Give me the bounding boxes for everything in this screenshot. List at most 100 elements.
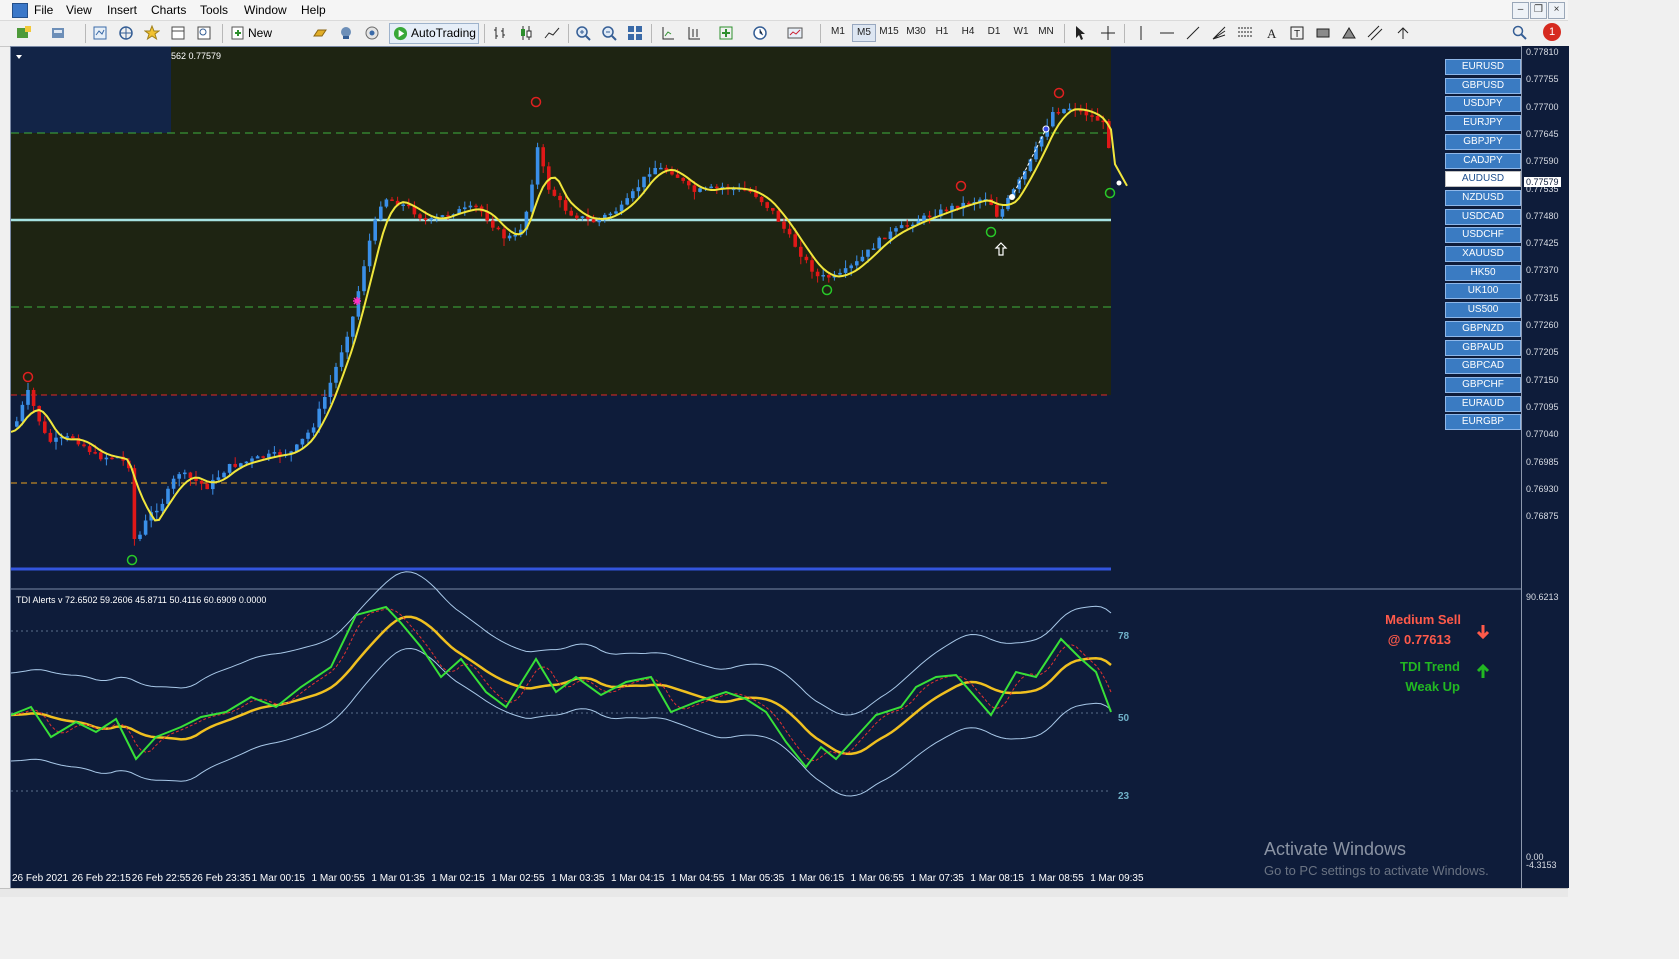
chart-shift-icon[interactable] (660, 25, 676, 41)
menu-insert[interactable]: Insert (107, 3, 137, 17)
candle-body (608, 213, 613, 216)
symbol-button-gbpchf[interactable]: GBPCHF (1445, 376, 1521, 393)
candle-body (838, 272, 842, 275)
symbol-button-gbpjpy[interactable]: GBPJPY (1445, 133, 1521, 150)
fibonacci-icon[interactable] (1237, 25, 1253, 41)
symbol-button-eurjpy[interactable]: EURJPY (1445, 115, 1521, 132)
trade-exit-marker (1009, 194, 1015, 200)
zoom-out-icon[interactable] (601, 25, 617, 41)
market-icon[interactable] (364, 25, 380, 41)
candle-body (636, 187, 641, 192)
indicator-label: TDI Alerts v 72.6502 59.2606 45.8711 50.… (16, 595, 267, 605)
symbol-button-euraud[interactable]: EURAUD (1445, 395, 1521, 412)
autotrading-button[interactable]: AutoTrading (389, 23, 479, 44)
indicators-icon[interactable] (718, 25, 734, 41)
favorites-icon[interactable] (144, 25, 160, 41)
menu-tools[interactable]: Tools (200, 3, 228, 17)
candle-body (530, 184, 534, 212)
rectangle-icon[interactable] (1315, 25, 1331, 41)
gold-icon[interactable] (312, 25, 328, 41)
candle-body (1056, 112, 1061, 114)
symbol-button-usdcad[interactable]: USDCAD (1445, 208, 1521, 225)
timeframe-h4[interactable]: H4 (957, 26, 979, 37)
new-order-button[interactable]: New Order (230, 23, 305, 60)
symbol-button-hk50[interactable]: HK50 (1445, 264, 1521, 281)
line-chart-icon[interactable] (544, 25, 560, 41)
close-icon[interactable]: × (1548, 2, 1565, 19)
signals-icon[interactable] (338, 25, 354, 41)
terminal-icon[interactable] (170, 25, 186, 41)
triangle-icon[interactable] (1341, 25, 1357, 41)
candlestick-icon[interactable] (518, 25, 534, 41)
templates-icon[interactable] (787, 25, 803, 41)
vertical-line-icon[interactable] (1133, 25, 1149, 41)
timeframe-m1[interactable]: M1 (827, 26, 849, 37)
candle-body (255, 456, 260, 459)
chart-header: 562 0.77579 (171, 51, 222, 61)
symbol-button-gbpusd[interactable]: GBPUSD (1445, 77, 1521, 94)
symbol-button-cadjpy[interactable]: CADJPY (1445, 152, 1521, 169)
horizontal-line-icon[interactable] (1159, 25, 1175, 41)
zoom-in-icon[interactable] (575, 25, 591, 41)
candle-body (765, 202, 769, 208)
candle-body (272, 452, 277, 454)
crosshair-icon[interactable] (1100, 25, 1116, 41)
restore-icon[interactable]: ❐ (1530, 2, 1547, 19)
navigator-icon[interactable] (118, 25, 134, 41)
timeframe-m5[interactable]: M5 (852, 24, 876, 42)
tile-windows-icon[interactable] (627, 25, 643, 41)
profiles-icon[interactable] (50, 25, 66, 41)
menu-view[interactable]: View (66, 3, 92, 17)
symbol-button-gbpaud[interactable]: GBPAUD (1445, 339, 1521, 356)
arrows-icon[interactable] (1395, 25, 1411, 41)
candle-body (362, 266, 366, 292)
channel-icon[interactable] (1367, 25, 1383, 41)
market-watch-icon[interactable] (92, 25, 108, 41)
timeframe-m30[interactable]: M30 (905, 26, 927, 37)
timeframe-h1[interactable]: H1 (931, 26, 953, 37)
minimize-icon[interactable]: – (1512, 2, 1529, 19)
candle-body (31, 389, 36, 406)
candle-body (317, 408, 321, 428)
candle-body (675, 174, 680, 178)
text-icon[interactable]: A (1263, 25, 1279, 41)
price-label: 0.77810 (1526, 47, 1559, 57)
bar-chart-icon[interactable] (492, 25, 508, 41)
notifications-badge[interactable]: 1 (1543, 23, 1561, 41)
periods-icon[interactable] (752, 25, 768, 41)
timeframe-d1[interactable]: D1 (983, 26, 1005, 37)
timeframe-mn[interactable]: MN (1035, 26, 1057, 37)
menu-charts[interactable]: Charts (151, 3, 186, 17)
search-icon[interactable] (1512, 25, 1528, 41)
symbol-button-gbpcad[interactable]: GBPCAD (1445, 358, 1521, 375)
symbol-button-xauusd[interactable]: XAUUSD (1445, 246, 1521, 262)
symbol-button-gbpnzd[interactable]: GBPNZD (1445, 320, 1521, 337)
menu-file[interactable]: File (34, 3, 53, 17)
symbol-button-eurusd[interactable]: EURUSD (1445, 59, 1521, 75)
menu-window[interactable]: Window (244, 3, 287, 17)
symbol-button-eurgbp[interactable]: EURGBP (1445, 414, 1521, 431)
symbol-button-usdjpy[interactable]: USDJPY (1445, 96, 1521, 113)
symbol-button-audusd[interactable]: AUDUSD (1445, 171, 1521, 188)
candle-body (227, 463, 232, 473)
strategy-tester-icon[interactable] (196, 25, 212, 41)
symbol-button-us500[interactable]: US500 (1445, 302, 1521, 319)
fan-icon[interactable] (1211, 25, 1227, 41)
candle-body (37, 405, 41, 422)
new-chart-icon[interactable] (16, 25, 32, 41)
candle-body (1067, 108, 1072, 111)
chart-window[interactable]: 562 0.77579 TDI Alerts v 72.6502 59.2606… (10, 46, 1523, 890)
text-label-icon[interactable]: T (1289, 25, 1305, 41)
symbol-button-nzdusd[interactable]: NZDUSD (1445, 189, 1521, 206)
auto-scroll-icon[interactable] (686, 25, 702, 41)
candle-body (199, 480, 204, 484)
symbol-button-uk100[interactable]: UK100 (1445, 283, 1521, 300)
trendline-icon[interactable] (1185, 25, 1201, 41)
candle-body (250, 458, 254, 462)
cursor-icon[interactable] (1072, 25, 1088, 41)
time-label: 1 Mar 00:15 (251, 873, 305, 884)
timeframe-w1[interactable]: W1 (1010, 26, 1032, 37)
menu-help[interactable]: Help (301, 3, 326, 17)
symbol-button-usdchf[interactable]: USDCHF (1445, 227, 1521, 244)
timeframe-m15[interactable]: M15 (878, 26, 900, 37)
